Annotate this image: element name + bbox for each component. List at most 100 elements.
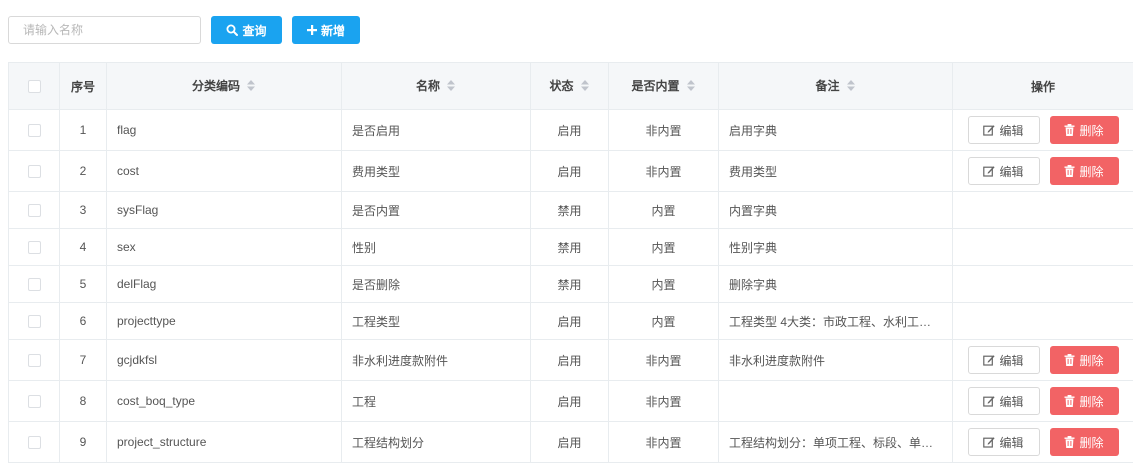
table-row: 3 sysFlag 是否内置 禁用 内置 内置字典 (8, 191, 1133, 229)
cell-ops (952, 191, 1133, 229)
cell-name: 工程类型 (341, 302, 531, 340)
cell-ops (952, 302, 1133, 340)
edit-button[interactable]: 编辑 (967, 387, 1040, 415)
row-checkbox[interactable] (27, 204, 41, 218)
sort-icon[interactable] (246, 79, 256, 95)
edit-button-label: 编辑 (999, 353, 1024, 368)
cell-name: 性别 (341, 228, 531, 266)
row-checkbox[interactable] (27, 395, 41, 409)
cell-builtin: 内置 (608, 265, 719, 303)
edit-icon (983, 165, 996, 177)
table-row: 7 gcjdkfsl 非水利进度款附件 启用 非内置 非水利进度款附件 编辑 删除 (8, 339, 1133, 381)
cell-ops: 编辑 删除 (952, 109, 1133, 151)
cell-index: 2 (59, 150, 107, 192)
cell-remark (718, 380, 953, 422)
cell-remark: 内置字典 (718, 191, 953, 229)
cell-builtin: 非内置 (608, 150, 719, 192)
row-checkbox[interactable] (27, 165, 41, 179)
cell-remark: 非水利进度款附件 (718, 339, 953, 381)
edit-button[interactable]: 编辑 (967, 157, 1040, 185)
header-code[interactable]: 分类编码 (106, 62, 342, 110)
row-checkbox[interactable] (27, 278, 41, 292)
row-select-cell (8, 150, 60, 192)
row-checkbox[interactable] (27, 436, 41, 450)
cell-code: gcjdkfsl (106, 339, 342, 381)
delete-button[interactable]: 删除 (1049, 346, 1119, 374)
cell-ops: 编辑 删除 (952, 380, 1133, 422)
delete-button[interactable]: 删除 (1049, 387, 1119, 415)
cell-status: 启用 (530, 421, 609, 463)
cell-code: sysFlag (106, 191, 342, 229)
cell-index: 6 (59, 302, 107, 340)
row-select-cell (8, 421, 60, 463)
cell-builtin: 内置 (608, 302, 719, 340)
add-button[interactable]: 新增 (292, 16, 360, 44)
cell-remark: 删除字典 (718, 265, 953, 303)
delete-button-label: 删除 (1079, 123, 1104, 138)
sort-icon[interactable] (846, 79, 856, 95)
header-code-label: 分类编码 (191, 79, 240, 94)
cell-code: cost_boq_type (106, 380, 342, 422)
table-row: 2 cost 费用类型 启用 非内置 费用类型 编辑 删除 (8, 150, 1133, 192)
cell-code: project_structure (106, 421, 342, 463)
cell-builtin: 非内置 (608, 421, 719, 463)
row-select-cell (8, 109, 60, 151)
cell-code: flag (106, 109, 342, 151)
row-checkbox[interactable] (27, 354, 41, 368)
query-button[interactable]: 查询 (211, 16, 282, 44)
delete-button-label: 删除 (1079, 394, 1104, 409)
cell-index: 8 (59, 380, 107, 422)
header-ops: 操作 (952, 62, 1133, 110)
cell-index: 5 (59, 265, 107, 303)
cell-index: 7 (59, 339, 107, 381)
trash-icon (1064, 436, 1075, 448)
select-all-cell (8, 62, 60, 110)
cell-name: 是否删除 (341, 265, 531, 303)
row-actions: 编辑 删除 (954, 428, 1133, 456)
row-select-cell (8, 228, 60, 266)
data-table: 序号 分类编码 名称 状态 是否内置 备注 操作 1 flag 是否启用 启用 非内置启… (8, 62, 1133, 463)
edit-button[interactable]: 编辑 (967, 116, 1040, 144)
header-builtin[interactable]: 是否内置 (608, 62, 719, 110)
cell-index: 9 (59, 421, 107, 463)
cell-status: 禁用 (530, 265, 609, 303)
cell-status: 禁用 (530, 191, 609, 229)
row-checkbox[interactable] (27, 241, 41, 255)
cell-code: delFlag (106, 265, 342, 303)
row-checkbox[interactable] (27, 124, 41, 138)
edit-icon (983, 354, 996, 366)
sort-icon[interactable] (686, 79, 696, 95)
delete-button[interactable]: 删除 (1049, 116, 1119, 144)
header-name-label: 名称 (415, 79, 440, 94)
trash-icon (1064, 124, 1075, 136)
cell-status: 启用 (530, 339, 609, 381)
edit-button[interactable]: 编辑 (967, 346, 1040, 374)
header-name[interactable]: 名称 (341, 62, 531, 110)
sort-icon[interactable] (580, 79, 590, 95)
header-status-label: 状态 (549, 79, 574, 94)
sort-icon[interactable] (446, 79, 456, 95)
cell-code: sex (106, 228, 342, 266)
header-remark-label: 备注 (815, 79, 840, 94)
cell-builtin: 非内置 (608, 109, 719, 151)
select-all-checkbox[interactable] (27, 80, 41, 94)
search-icon (226, 24, 239, 36)
cell-name: 费用类型 (341, 150, 531, 192)
delete-button-label: 删除 (1079, 435, 1104, 450)
header-remark[interactable]: 备注 (718, 62, 953, 110)
cell-ops (952, 228, 1133, 266)
row-checkbox[interactable] (27, 315, 41, 329)
cell-remark: 工程类型 4大类：市政工程、水利工… (718, 302, 953, 340)
cell-code: projecttype (106, 302, 342, 340)
cell-builtin: 内置 (608, 191, 719, 229)
search-input[interactable] (8, 16, 201, 44)
edit-icon (983, 436, 996, 448)
cell-ops: 编辑 删除 (952, 339, 1133, 381)
edit-button[interactable]: 编辑 (967, 428, 1040, 456)
delete-button[interactable]: 删除 (1049, 157, 1119, 185)
delete-button[interactable]: 删除 (1049, 428, 1119, 456)
cell-status: 禁用 (530, 228, 609, 266)
cell-name: 是否内置 (341, 191, 531, 229)
header-status[interactable]: 状态 (530, 62, 609, 110)
add-button-label: 新增 (320, 23, 345, 38)
